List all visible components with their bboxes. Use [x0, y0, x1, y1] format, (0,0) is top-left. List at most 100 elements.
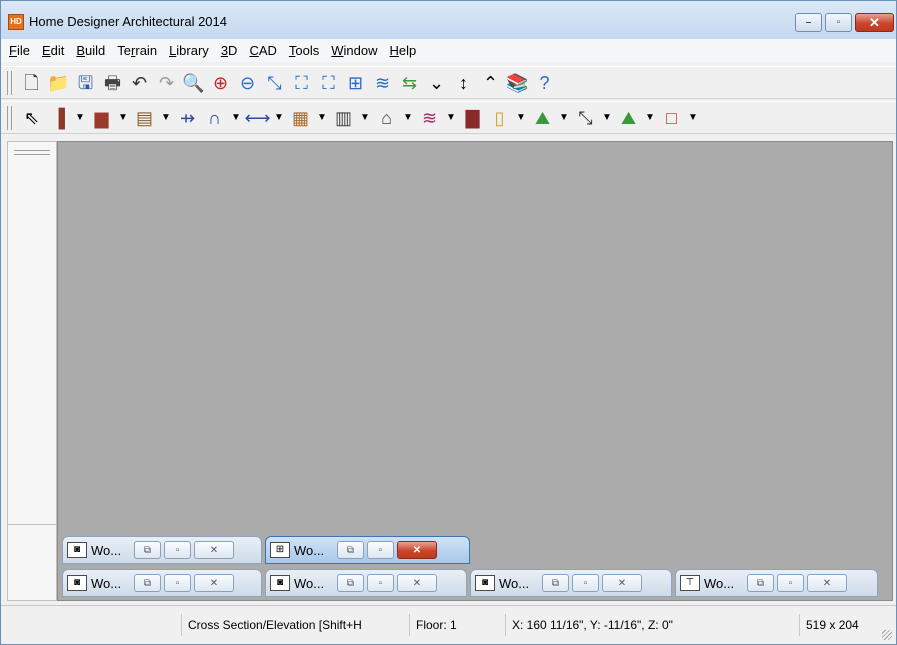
- maximize-button[interactable]: ▫: [825, 13, 852, 32]
- menu-item-window[interactable]: Window: [325, 43, 383, 58]
- save-button[interactable]: 🖫: [72, 69, 99, 96]
- library-button[interactable]: 📚: [504, 69, 531, 96]
- close-button[interactable]: ✕: [807, 574, 847, 592]
- close-button[interactable]: ✕: [194, 541, 234, 559]
- up-floor-button[interactable]: ⌃: [477, 69, 504, 96]
- maximize-button[interactable]: ▫: [777, 574, 804, 592]
- wall-button[interactable]: ▐: [45, 104, 72, 131]
- select-pointer-button[interactable]: ⇖: [18, 104, 45, 131]
- dropdown-arrow-icon[interactable]: ▼: [556, 104, 572, 131]
- minimized-window-title: Wo...: [499, 575, 530, 591]
- reference-floor-button[interactable]: ↕: [450, 69, 477, 96]
- resize-grip-icon[interactable]: [882, 630, 892, 640]
- maximize-button[interactable]: ▫: [367, 574, 394, 592]
- minimized-window[interactable]: ⊞ Wo... ⧉ ▫ ✕: [265, 536, 470, 564]
- menu-item-file[interactable]: File: [3, 43, 36, 58]
- arch-button[interactable]: ∩: [201, 104, 228, 131]
- maximize-button[interactable]: ▫: [367, 541, 394, 559]
- undo-button[interactable]: ↶: [126, 69, 153, 96]
- redo-button[interactable]: ↷: [153, 69, 180, 96]
- open-folder-button[interactable]: 📁: [45, 69, 72, 96]
- fireplace-button[interactable]: ▇: [459, 104, 486, 131]
- maximize-button[interactable]: ▫: [164, 574, 191, 592]
- dropdown-arrow-icon[interactable]: ▼: [685, 104, 701, 131]
- dock-grip[interactable]: [14, 150, 50, 155]
- layers-button[interactable]: ≋: [369, 69, 396, 96]
- title-bar[interactable]: HD Home Designer Architectural 2014 – ▫ …: [1, 1, 896, 39]
- dropdown-arrow-icon[interactable]: ▼: [115, 104, 131, 131]
- swap-floors-button[interactable]: ⇆: [396, 69, 423, 96]
- minimized-window[interactable]: ◙ Wo... ⧉ ▫ ✕: [265, 569, 467, 597]
- restore-button[interactable]: ⧉: [337, 541, 364, 559]
- minimized-window[interactable]: ◙ Wo... ⧉ ▫ ✕: [62, 536, 262, 564]
- minimize-button[interactable]: –: [795, 13, 822, 32]
- box-button[interactable]: □: [658, 104, 685, 131]
- restore-button[interactable]: ⧉: [747, 574, 774, 592]
- dropdown-arrow-icon[interactable]: ▼: [400, 104, 416, 131]
- toolbar-grip[interactable]: [7, 105, 12, 130]
- menu-item-edit[interactable]: Edit: [36, 43, 70, 58]
- minimized-window[interactable]: ◙ Wo... ⧉ ▫ ✕: [470, 569, 672, 597]
- restore-icon: ⧉: [756, 577, 765, 589]
- roof-button[interactable]: ≋: [416, 104, 443, 131]
- window-double-button[interactable]: ▥: [330, 104, 357, 131]
- line-button[interactable]: ⟷: [244, 104, 271, 131]
- menu-item-terrain[interactable]: Terrain: [111, 43, 163, 58]
- menu-item-tools[interactable]: Tools: [283, 43, 325, 58]
- terrain-button[interactable]: ⛰: [529, 104, 556, 131]
- fill-window-building-button[interactable]: ⛶: [315, 69, 342, 96]
- undo-zoom-button[interactable]: ⤡: [261, 69, 288, 96]
- menu-item-build[interactable]: Build: [70, 43, 111, 58]
- minimized-window[interactable]: ◙ Wo... ⧉ ▫ ✕: [62, 569, 262, 597]
- dropdown-arrow-icon[interactable]: ▼: [513, 104, 529, 131]
- close-button[interactable]: ✕: [397, 574, 437, 592]
- menu-item-cad[interactable]: CAD: [243, 43, 282, 58]
- down-floor-button[interactable]: ⌄: [423, 69, 450, 96]
- restore-button[interactable]: ⧉: [134, 574, 161, 592]
- dropdown-arrow-icon[interactable]: ▼: [158, 104, 174, 131]
- close-button[interactable]: ✕: [855, 13, 894, 32]
- dropdown-arrow-icon[interactable]: ▼: [228, 104, 244, 131]
- print-icon: 🖶: [104, 72, 121, 93]
- new-file-button[interactable]: 🗋: [18, 69, 45, 96]
- menu-item-library[interactable]: Library: [163, 43, 215, 58]
- landscape-button[interactable]: ⛰: [615, 104, 642, 131]
- close-button[interactable]: ✕: [602, 574, 642, 592]
- path-button[interactable]: ⤡: [572, 104, 599, 131]
- minimized-window[interactable]: ⊤ Wo... ⧉ ▫ ✕: [675, 569, 878, 597]
- dropdown-arrow-icon[interactable]: ▼: [314, 104, 330, 131]
- help-button[interactable]: ?: [531, 69, 558, 96]
- toolbar-grip[interactable]: [7, 70, 12, 95]
- fill-window-button[interactable]: ⛶: [288, 69, 315, 96]
- dimension-button[interactable]: ⇸: [174, 104, 201, 131]
- roof-icon: ≋: [421, 107, 438, 128]
- dropdown-arrow-icon[interactable]: ▼: [599, 104, 615, 131]
- status-view-size: 519 x 204: [799, 614, 869, 636]
- cabinet-button[interactable]: ▆: [88, 104, 115, 131]
- maximize-button[interactable]: ▫: [572, 574, 599, 592]
- maximize-button[interactable]: ▫: [164, 541, 191, 559]
- dropdown-arrow-icon[interactable]: ▼: [271, 104, 287, 131]
- dropdown-arrow-icon[interactable]: ▼: [642, 104, 658, 131]
- menu-item-help[interactable]: Help: [384, 43, 423, 58]
- dropdown-arrow-icon[interactable]: ▼: [72, 104, 88, 131]
- dock-divider: [8, 524, 56, 525]
- pan-button[interactable]: ⊞: [342, 69, 369, 96]
- zoom-button[interactable]: 🔍: [180, 69, 207, 96]
- print-button[interactable]: 🖶: [99, 69, 126, 96]
- dropdown-arrow-icon[interactable]: ▼: [357, 104, 373, 131]
- elevator-button[interactable]: ▯: [486, 104, 513, 131]
- house-button[interactable]: ⌂: [373, 104, 400, 131]
- menu-item-3d[interactable]: 3D: [215, 43, 244, 58]
- zoom-out-button[interactable]: ⊖: [234, 69, 261, 96]
- restore-button[interactable]: ⧉: [337, 574, 364, 592]
- window-button[interactable]: ▦: [287, 104, 314, 131]
- dropdown-arrow-icon[interactable]: ▼: [443, 104, 459, 131]
- workspace-area[interactable]: [57, 141, 893, 601]
- close-button[interactable]: ✕: [397, 541, 437, 559]
- stairs-button[interactable]: ▤: [131, 104, 158, 131]
- restore-button[interactable]: ⧉: [542, 574, 569, 592]
- close-button[interactable]: ✕: [194, 574, 234, 592]
- zoom-in-button[interactable]: ⊕: [207, 69, 234, 96]
- restore-button[interactable]: ⧉: [134, 541, 161, 559]
